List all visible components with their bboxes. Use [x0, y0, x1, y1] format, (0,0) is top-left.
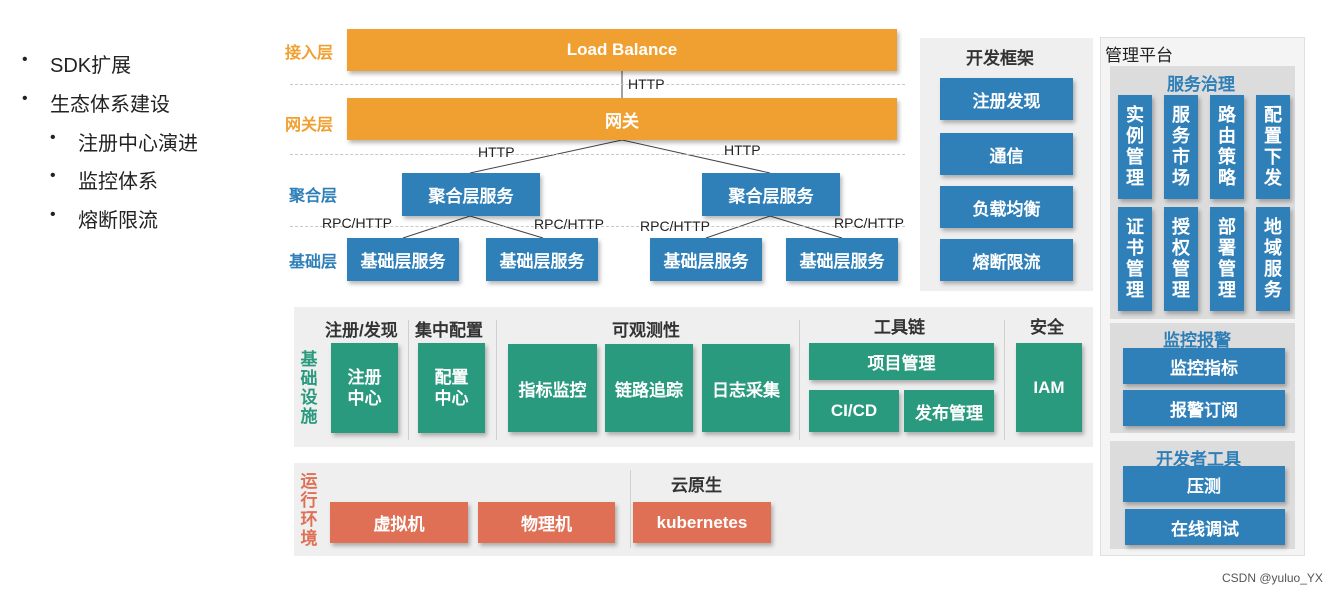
gov-deploy-mgmt[interactable]: 部署管理: [1210, 207, 1244, 311]
kubernetes-box[interactable]: kubernetes: [633, 502, 771, 543]
conn-label-http-right: HTTP: [724, 142, 761, 158]
log-collect-box[interactable]: 日志采集: [702, 344, 790, 432]
dev-item-load-balancing[interactable]: 负载均衡: [940, 186, 1073, 228]
registry-center-box[interactable]: 注册中心: [331, 343, 398, 433]
base-service-2[interactable]: 基础层服务: [486, 238, 598, 281]
project-mgmt-box[interactable]: 项目管理: [809, 343, 994, 380]
dashed-separator: [290, 84, 905, 85]
tracing-box[interactable]: 链路追踪: [605, 344, 693, 432]
runtime-label: 运行环境: [300, 472, 318, 548]
agg-service-right[interactable]: 聚合层服务: [702, 173, 840, 216]
gov-auth-mgmt[interactable]: 授权管理: [1164, 207, 1198, 311]
infrastructure-label: 基础设施: [300, 350, 318, 426]
iam-box[interactable]: IAM: [1016, 343, 1082, 432]
infra-section-security: 安全: [1030, 318, 1064, 337]
agg-service-left[interactable]: 聚合层服务: [402, 173, 540, 216]
footer-watermark: CSDN @yuluo_YX: [1222, 571, 1323, 585]
base-service-4[interactable]: 基础层服务: [786, 238, 898, 281]
line-agg-base1: [402, 215, 471, 239]
conn-label-rpc4: RPC/HTTP: [834, 215, 904, 231]
base-service-1[interactable]: 基础层服务: [347, 238, 459, 281]
release-mgmt-box[interactable]: 发布管理: [904, 390, 994, 432]
section-divider: [408, 320, 409, 440]
line-agg-base3: [705, 215, 771, 239]
conn-label-rpc2: RPC/HTTP: [534, 216, 604, 232]
conn-label-http-lb: HTTP: [628, 76, 665, 92]
section-divider: [1004, 320, 1005, 440]
layer-label-access: 接入层: [285, 45, 334, 62]
gateway-box[interactable]: 网关: [347, 98, 897, 140]
cicd-box[interactable]: CI/CD: [809, 390, 899, 432]
physical-machine-box[interactable]: 物理机: [478, 502, 615, 543]
dev-item-circuit-breaker[interactable]: 熔断限流: [940, 239, 1073, 281]
load-balance-box[interactable]: Load Balance: [347, 29, 897, 71]
infra-section-registry: 注册/发现: [325, 321, 398, 340]
dashed-separator: [290, 154, 905, 155]
line-agg-base4: [769, 215, 843, 239]
alert-subscribe-box[interactable]: 报警订阅: [1123, 390, 1285, 426]
conn-label-rpc3: RPC/HTTP: [640, 218, 710, 234]
infra-section-observability: 可观测性: [612, 321, 680, 340]
section-divider: [630, 470, 631, 548]
monitor-metrics-box[interactable]: 监控指标: [1123, 348, 1285, 384]
mgmt-platform-title: 管理平台: [1105, 46, 1173, 65]
config-center-box[interactable]: 配置中心: [418, 343, 485, 433]
metrics-monitor-box[interactable]: 指标监控: [508, 344, 597, 432]
infra-section-toolchain: 工具链: [874, 318, 925, 337]
gov-cert-mgmt[interactable]: 证书管理: [1118, 207, 1152, 311]
conn-label-http-left: HTTP: [478, 144, 515, 160]
online-debug-box[interactable]: 在线调试: [1125, 509, 1285, 545]
layer-label-base: 基础层: [289, 254, 338, 271]
section-divider: [799, 320, 800, 440]
dev-item-registry[interactable]: 注册发现: [940, 78, 1073, 120]
line-agg-base2: [469, 215, 544, 239]
section-divider: [496, 320, 497, 440]
governance-title: 服务治理: [1167, 75, 1235, 94]
layer-label-gateway: 网关层: [285, 117, 334, 134]
gov-config-push[interactable]: 配置下发: [1256, 95, 1290, 199]
gov-service-market[interactable]: 服务市场: [1164, 95, 1198, 199]
cloud-native-title: 云原生: [671, 476, 722, 495]
infra-section-config: 集中配置: [415, 321, 483, 340]
dev-item-communication[interactable]: 通信: [940, 133, 1073, 175]
conn-label-rpc1: RPC/HTTP: [322, 215, 392, 231]
stress-test-box[interactable]: 压测: [1123, 466, 1285, 502]
gov-regional-service[interactable]: 地域服务: [1256, 207, 1290, 311]
gov-instance-mgmt[interactable]: 实例管理: [1118, 95, 1152, 199]
vm-box[interactable]: 虚拟机: [330, 502, 468, 543]
dev-framework-title: 开发框架: [966, 49, 1034, 68]
layer-label-aggregate: 聚合层: [289, 188, 338, 205]
gov-routing-strategy[interactable]: 路由策略: [1210, 95, 1244, 199]
base-service-3[interactable]: 基础层服务: [650, 238, 762, 281]
